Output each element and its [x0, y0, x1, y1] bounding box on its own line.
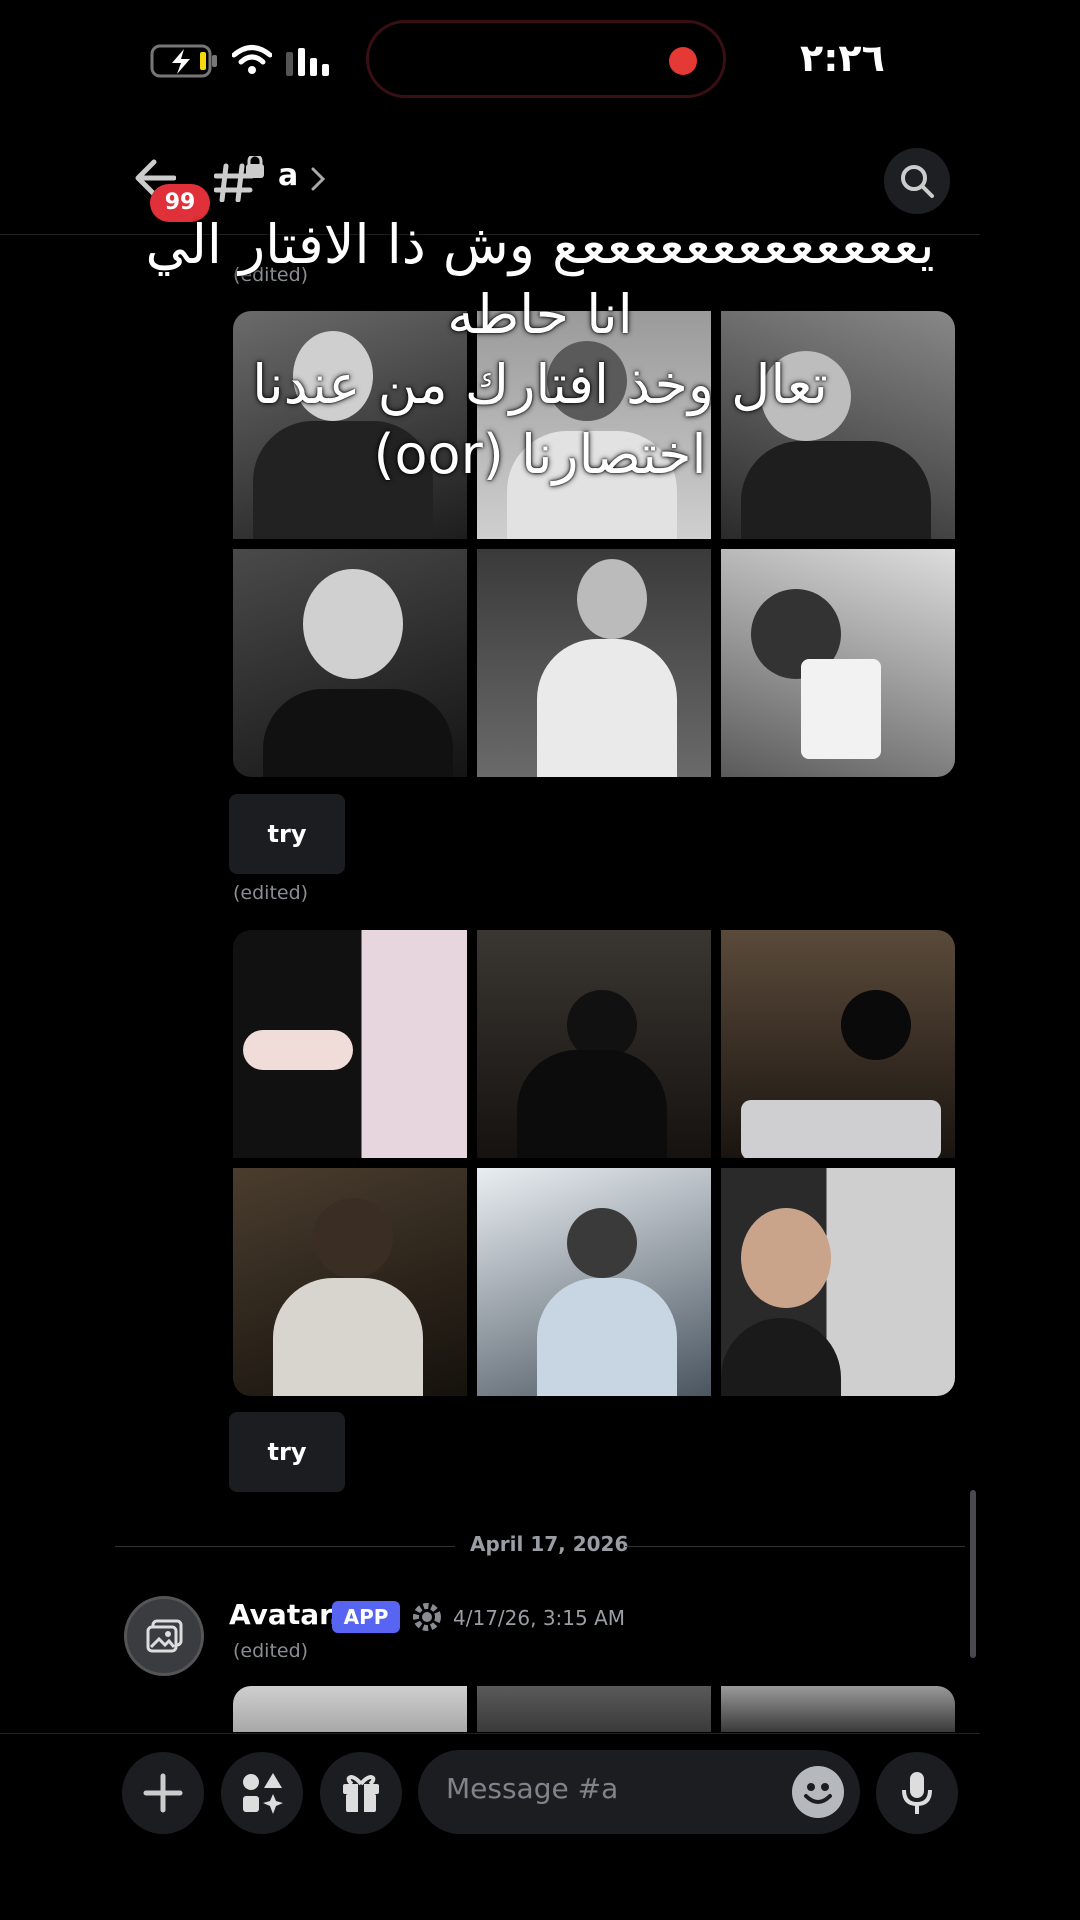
- plus-icon: [143, 1773, 183, 1813]
- image-attachment[interactable]: [477, 1686, 711, 1732]
- status-time: ٢:٢٦: [800, 36, 885, 80]
- image-attachment[interactable]: [721, 549, 955, 777]
- app-badge: APP: [332, 1601, 400, 1633]
- edited-label: (edited): [233, 882, 309, 904]
- smiley-icon: [804, 1783, 832, 1804]
- emoji-button[interactable]: [792, 1766, 844, 1818]
- image-grid-2: [233, 930, 955, 1396]
- image-attachment[interactable]: [721, 1168, 955, 1396]
- overlay-line-1: يعععععععععععععع وش ذا الافتار الي: [145, 213, 935, 276]
- image-icon: [146, 1619, 183, 1653]
- composer-divider: [0, 1733, 980, 1734]
- search-icon: [901, 165, 934, 198]
- image-attachment[interactable]: [233, 930, 467, 1158]
- gear-icon: [413, 1603, 441, 1631]
- image-attachment[interactable]: [233, 1168, 467, 1396]
- image-attachment[interactable]: [721, 930, 955, 1158]
- avatar[interactable]: [124, 1596, 204, 1676]
- image-attachment[interactable]: [477, 1168, 711, 1396]
- message-timestamp: 4/17/26, 3:15 AM: [453, 1606, 626, 1630]
- gift-icon: [343, 1775, 379, 1812]
- apps-icon: [243, 1773, 283, 1814]
- battery-icon: [150, 44, 217, 78]
- image-attachment[interactable]: [233, 549, 467, 777]
- message-placeholder: Message #a: [446, 1772, 619, 1805]
- signal-icon: [286, 48, 329, 76]
- voice-button[interactable]: [876, 1752, 958, 1834]
- date-divider: April 17, 2026: [470, 1532, 629, 1556]
- image-attachment[interactable]: [477, 549, 711, 777]
- add-button[interactable]: [122, 1752, 204, 1834]
- apps-button[interactable]: [221, 1752, 303, 1834]
- image-attachment[interactable]: [233, 1686, 467, 1732]
- message-author[interactable]: Avatar.: [229, 1598, 340, 1631]
- edited-label: (edited): [233, 1640, 309, 1662]
- recording-indicator: [669, 47, 697, 75]
- overlay-line-2: انا حاطه: [447, 283, 633, 346]
- wifi-icon: [232, 45, 272, 74]
- microphone-icon: [902, 1772, 932, 1814]
- overlay-caption: يعععععععععععععع وش ذا الافتار الي انا حا…: [90, 210, 990, 490]
- image-attachment[interactable]: [477, 930, 711, 1158]
- overlay-line-4: اختصارنا (oor): [373, 423, 707, 486]
- scrollbar[interactable]: [970, 1490, 976, 1658]
- chevron-right-icon[interactable]: [310, 166, 326, 192]
- try-button[interactable]: try: [229, 1412, 345, 1492]
- date-divider-line-right: [625, 1546, 965, 1547]
- dynamic-island: [366, 20, 726, 98]
- gift-button[interactable]: [320, 1752, 402, 1834]
- image-grid-3: [233, 1686, 955, 1732]
- status-bar: ٢:٢٦: [0, 0, 1080, 110]
- image-attachment[interactable]: [721, 1686, 955, 1732]
- message-input[interactable]: Message #a: [418, 1750, 860, 1834]
- overlay-line-3: تعال وخذ افتارك من عندنا: [252, 353, 828, 416]
- channel-hash-lock-icon: [213, 153, 266, 206]
- try-button[interactable]: try: [229, 794, 345, 874]
- date-divider-line-left: [115, 1546, 455, 1547]
- channel-name[interactable]: a: [278, 158, 298, 193]
- search-button[interactable]: [884, 148, 950, 214]
